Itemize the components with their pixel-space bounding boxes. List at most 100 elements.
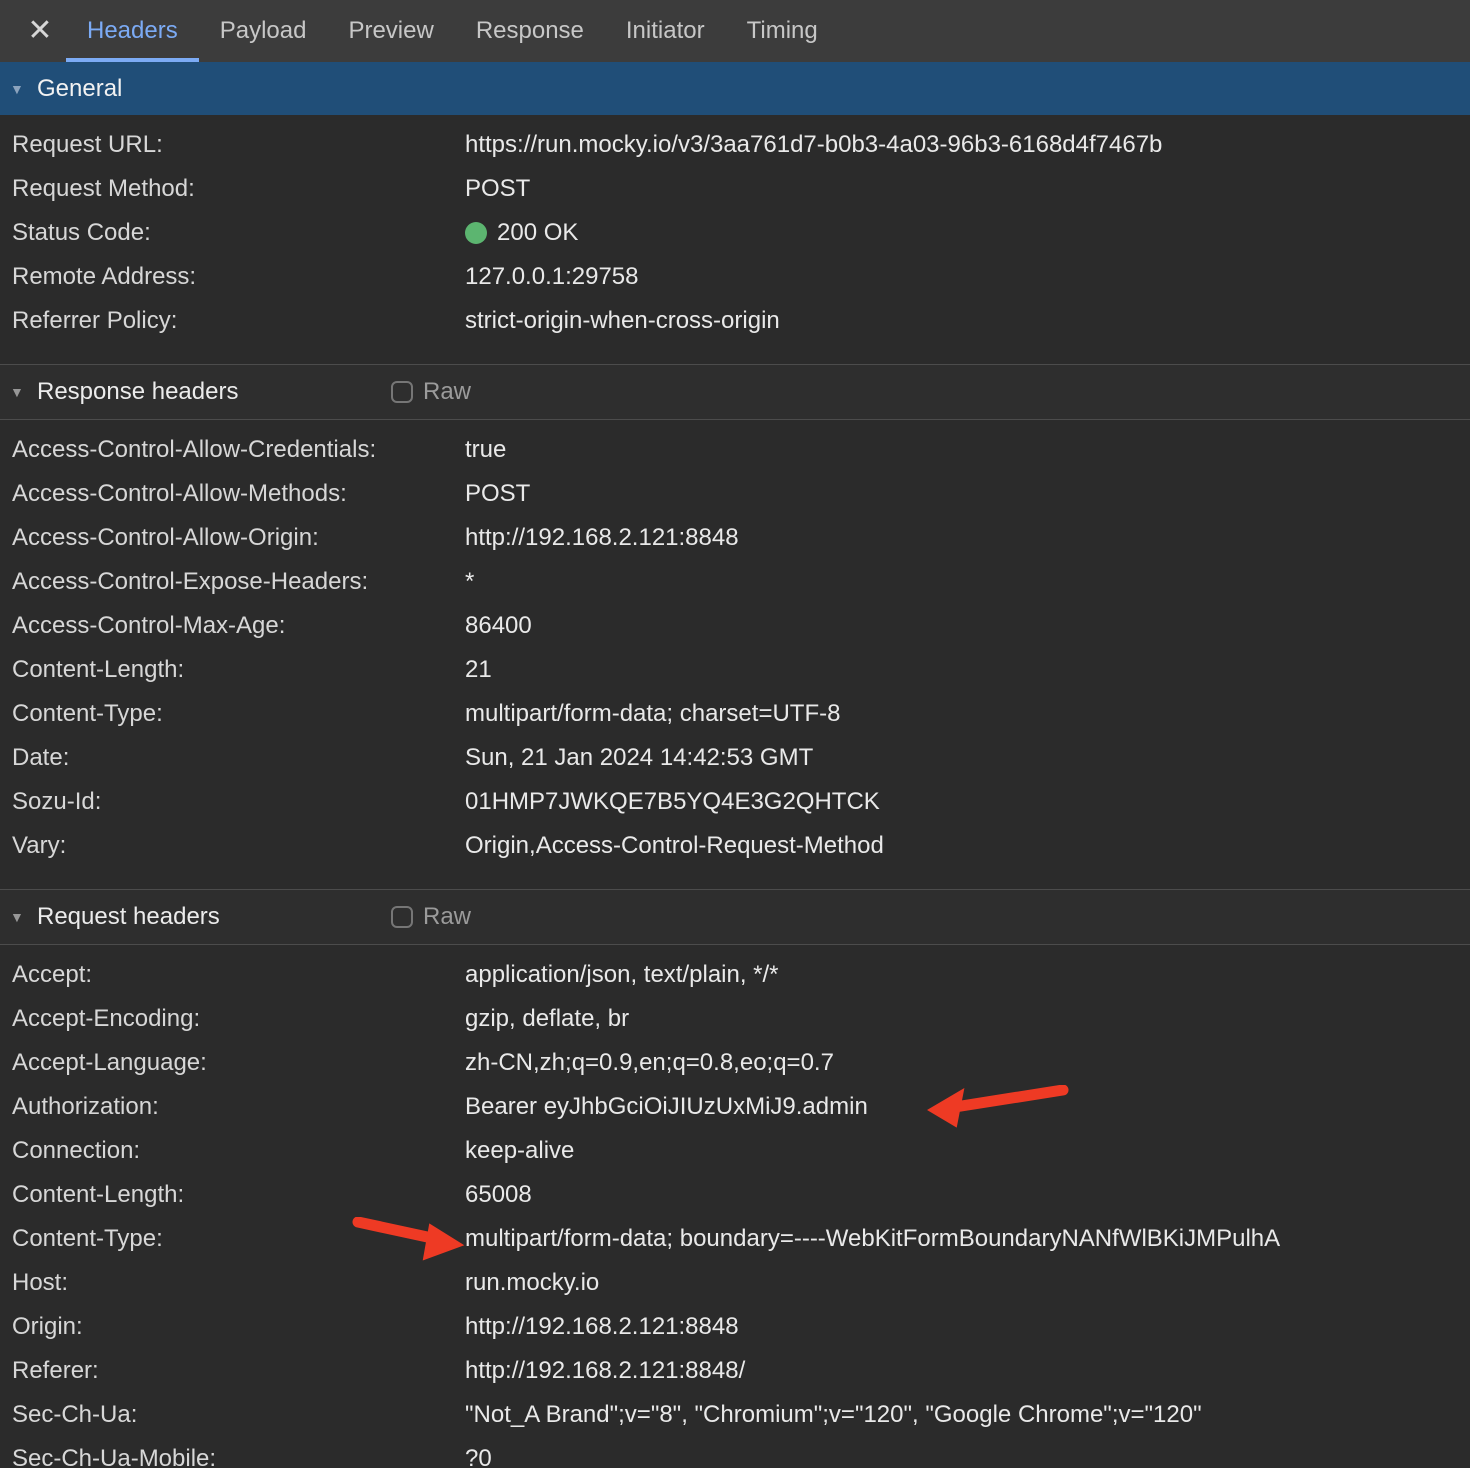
header-value: 21 (465, 656, 492, 684)
header-value: multipart/form-data; charset=UTF-8 (465, 700, 840, 728)
header-name: Content-Length: (0, 656, 465, 684)
devtools-network-detail-panel: ✕ Headers Payload Preview Response Initi… (0, 0, 1470, 1468)
section-general: ▼ General Request URL:https://run.mocky.… (0, 62, 1470, 364)
raw-toggle: Raw (391, 365, 471, 419)
header-row: Status Code:200 OK (0, 211, 1470, 255)
header-value: http://192.168.2.121:8848/ (465, 1357, 745, 1385)
header-value: https://run.mocky.io/v3/3aa761d7-b0b3-4a… (465, 131, 1162, 159)
header-name: Origin: (0, 1313, 465, 1341)
section-title: Response headers (37, 378, 238, 406)
tab-preview[interactable]: Preview (327, 0, 454, 62)
header-name: Accept-Encoding: (0, 1005, 465, 1033)
tab-headers[interactable]: Headers (66, 0, 199, 62)
tab-initiator[interactable]: Initiator (605, 0, 726, 62)
header-name: Access-Control-Allow-Credentials: (0, 436, 465, 464)
disclosure-triangle-icon: ▼ (10, 81, 28, 97)
response-headers-rows: Access-Control-Allow-Credentials:trueAcc… (0, 420, 1470, 889)
header-value: gzip, deflate, br (465, 1005, 629, 1033)
header-value: zh-CN,zh;q=0.9,en;q=0.8,eo;q=0.7 (465, 1049, 834, 1077)
header-row: Vary:Origin,Access-Control-Request-Metho… (0, 824, 1470, 868)
header-value: * (465, 568, 474, 596)
section-response-headers: ▼ Response headers Raw Access-Control-Al… (0, 364, 1470, 889)
header-row: Accept:application/json, text/plain, */* (0, 953, 1470, 997)
header-row: Remote Address:127.0.0.1:29758 (0, 255, 1470, 299)
response-headers-section-header[interactable]: ▼ Response headers Raw (0, 364, 1470, 420)
header-name: Content-Length: (0, 1181, 465, 1209)
header-row: Access-Control-Allow-Credentials:true (0, 428, 1470, 472)
header-value: http://192.168.2.121:8848 (465, 524, 739, 552)
header-name: Sec-Ch-Ua: (0, 1401, 465, 1429)
header-name: Authorization: (0, 1093, 465, 1121)
header-value: Origin,Access-Control-Request-Method (465, 832, 884, 860)
header-name: Referer: (0, 1357, 465, 1385)
header-name: Request URL: (0, 131, 465, 159)
header-row: Request URL:https://run.mocky.io/v3/3aa7… (0, 123, 1470, 167)
header-name: Content-Type: (0, 700, 465, 728)
close-icon[interactable]: ✕ (14, 0, 66, 62)
header-name: Status Code: (0, 219, 465, 247)
header-value: POST (465, 480, 530, 508)
header-row: Sec-Ch-Ua-Mobile:?0 (0, 1437, 1470, 1468)
header-name: Remote Address: (0, 263, 465, 291)
header-value: 127.0.0.1:29758 (465, 263, 639, 291)
header-row: Content-Length:65008 (0, 1173, 1470, 1217)
header-name: Sec-Ch-Ua-Mobile: (0, 1445, 465, 1468)
header-row: Referrer Policy:strict-origin-when-cross… (0, 299, 1470, 343)
network-detail-tabbar: ✕ Headers Payload Preview Response Initi… (0, 0, 1470, 62)
raw-checkbox-label: Raw (423, 378, 471, 406)
header-name: Content-Type: (0, 1225, 465, 1253)
header-row: Origin:http://192.168.2.121:8848 (0, 1305, 1470, 1349)
general-section-header[interactable]: ▼ General (0, 62, 1470, 115)
header-row: Content-Type:multipart/form-data; charse… (0, 692, 1470, 736)
header-row: Referer:http://192.168.2.121:8848/ (0, 1349, 1470, 1393)
raw-toggle: Raw (391, 890, 471, 944)
header-name: Date: (0, 744, 465, 772)
header-row: Access-Control-Allow-Methods:POST (0, 472, 1470, 516)
header-name: Access-Control-Allow-Origin: (0, 524, 465, 552)
header-row: Request Method:POST (0, 167, 1470, 211)
header-row: Sec-Ch-Ua:"Not_A Brand";v="8", "Chromium… (0, 1393, 1470, 1437)
header-row: Accept-Language:zh-CN,zh;q=0.9,en;q=0.8,… (0, 1041, 1470, 1085)
header-name: Sozu-Id: (0, 788, 465, 816)
header-value: Sun, 21 Jan 2024 14:42:53 GMT (465, 744, 813, 772)
raw-checkbox[interactable] (391, 906, 413, 928)
red-arrow-left-icon (925, 1085, 1070, 1129)
header-name: Access-Control-Allow-Methods: (0, 480, 465, 508)
tab-payload[interactable]: Payload (199, 0, 328, 62)
section-title: Request headers (37, 903, 220, 931)
header-name: Access-Control-Expose-Headers: (0, 568, 465, 596)
header-name: Connection: (0, 1137, 465, 1165)
disclosure-triangle-icon: ▼ (10, 909, 28, 925)
header-row: Content-Type:multipart/form-data; bounda… (0, 1217, 1470, 1261)
header-value: multipart/form-data; boundary=----WebKit… (465, 1225, 1280, 1253)
header-value: 200 OK (465, 219, 578, 247)
header-row: Sozu-Id:01HMP7JWKQE7B5YQ4E3G2QHTCK (0, 780, 1470, 824)
raw-checkbox[interactable] (391, 381, 413, 403)
header-value: 65008 (465, 1181, 532, 1209)
header-row: Host:run.mocky.io (0, 1261, 1470, 1305)
header-value: strict-origin-when-cross-origin (465, 307, 780, 335)
header-name: Accept-Language: (0, 1049, 465, 1077)
header-row: Content-Length:21 (0, 648, 1470, 692)
header-value: 01HMP7JWKQE7B5YQ4E3G2QHTCK (465, 788, 880, 816)
header-value: keep-alive (465, 1137, 574, 1165)
request-headers-section-header[interactable]: ▼ Request headers Raw (0, 889, 1470, 945)
request-headers-rows: Accept:application/json, text/plain, */*… (0, 945, 1470, 1468)
header-value: ?0 (465, 1445, 492, 1468)
header-name: Accept: (0, 961, 465, 989)
header-row: Connection:keep-alive (0, 1129, 1470, 1173)
header-name: Request Method: (0, 175, 465, 203)
general-rows: Request URL:https://run.mocky.io/v3/3aa7… (0, 115, 1470, 364)
header-row: Date:Sun, 21 Jan 2024 14:42:53 GMT (0, 736, 1470, 780)
header-value: run.mocky.io (465, 1269, 599, 1297)
header-row: Access-Control-Expose-Headers:* (0, 560, 1470, 604)
raw-checkbox-label: Raw (423, 903, 471, 931)
tab-response[interactable]: Response (455, 0, 605, 62)
status-ok-dot-icon (465, 222, 487, 244)
header-row: Accept-Encoding:gzip, deflate, br (0, 997, 1470, 1041)
section-request-headers: ▼ Request headers Raw Accept:application… (0, 889, 1470, 1468)
tab-timing[interactable]: Timing (726, 0, 839, 62)
header-value: "Not_A Brand";v="8", "Chromium";v="120",… (465, 1401, 1202, 1429)
header-name: Host: (0, 1269, 465, 1297)
header-name: Vary: (0, 832, 465, 860)
